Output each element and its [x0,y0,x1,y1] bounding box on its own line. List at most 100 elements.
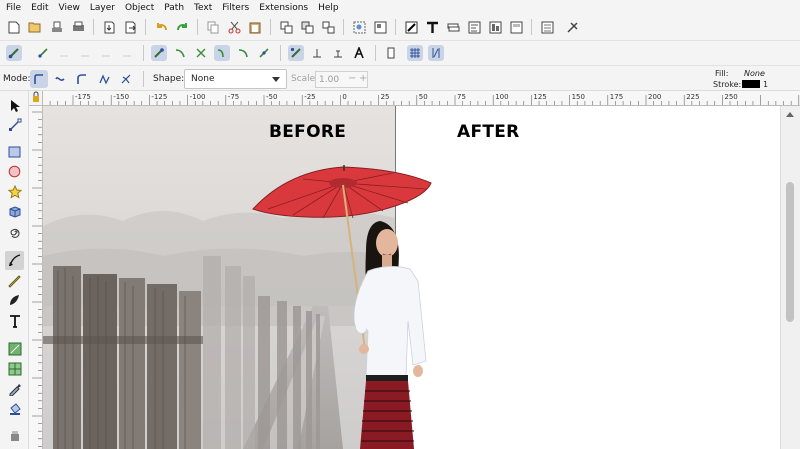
snap-text-baseline-icon[interactable] [351,45,367,61]
document-properties-icon[interactable] [564,19,580,35]
shape-dropdown[interactable]: None [184,69,287,89]
menu-edit[interactable]: Edit [31,3,48,13]
ellipse-tool-icon[interactable] [5,162,24,181]
3d-box-tool-icon[interactable] [5,202,24,221]
stroke-width-value[interactable]: 1 [763,80,768,89]
text-font-icon[interactable] [424,19,440,35]
layers-icon[interactable] [445,19,461,35]
align-distribute-icon[interactable] [487,19,503,35]
ruler-label: 225 [686,93,699,101]
snap-toggle-icon[interactable] [6,45,22,61]
menu-text[interactable]: Text [194,3,212,13]
menu-object[interactable]: Object [125,3,154,13]
fill-value[interactable]: None [744,69,765,78]
ruler-label: -75 [228,93,239,101]
menu-extensions[interactable]: Extensions [259,3,308,13]
new-document-icon[interactable] [6,19,22,35]
menu-file[interactable]: File [6,3,21,13]
snap-bbox-centers-icon[interactable] [119,45,135,61]
paste-icon[interactable] [247,19,263,35]
ruler-label: -125 [151,93,167,101]
undo-icon[interactable] [153,19,169,35]
rectangle-tool-icon[interactable] [5,142,24,161]
calligraphy-tool-icon[interactable] [5,291,24,310]
ruler-label: -175 [75,93,91,101]
snap-bbox-icon[interactable] [35,45,51,61]
snap-rotation-center-icon[interactable] [330,45,346,61]
before-label: BEFORE [269,122,347,142]
pencil-tool-icon[interactable] [5,271,24,290]
snap-bbox-edges-icon[interactable] [56,45,72,61]
menu-layer[interactable]: Layer [90,3,115,13]
zoom-selection-icon[interactable] [351,19,367,35]
preferences-icon[interactable] [539,19,555,35]
symbols-icon[interactable] [508,19,524,35]
commands-bar [0,15,800,41]
open-folder-icon[interactable] [27,19,43,35]
vertical-scrollbar[interactable] [780,106,800,449]
import-icon[interactable] [101,19,117,35]
bspline-mode-icon[interactable] [74,71,90,87]
scrollbar-thumb[interactable] [786,182,794,322]
save-icon[interactable] [49,19,65,35]
snap-line-midpoints-icon[interactable] [256,45,272,61]
menu-filters[interactable]: Filters [222,3,249,13]
vertical-ruler[interactable] [29,106,43,449]
copy-icon[interactable] [205,19,221,35]
ruler-label: 250 [724,93,737,101]
plus-icon[interactable]: + [359,73,367,84]
menu-path[interactable]: Path [164,3,184,13]
polyline-mode-icon[interactable] [96,71,112,87]
export-icon[interactable] [122,19,138,35]
stroke-color-swatch[interactable] [742,80,760,88]
snap-grids-icon[interactable] [407,45,423,61]
unlink-clone-icon[interactable] [320,19,336,35]
ruler-label: 100 [495,93,508,101]
snap-nodes-icon[interactable] [151,45,167,61]
snap-path-intersections-icon[interactable] [193,45,209,61]
scale-value: 1.00 [319,75,340,85]
clone-icon[interactable] [299,19,315,35]
paint-bucket-tool-icon[interactable] [5,399,24,418]
group-icon[interactable] [372,19,388,35]
cut-icon[interactable] [226,19,242,35]
chevron-down-icon [272,77,280,82]
snap-object-center-icon[interactable] [309,45,325,61]
fill-stroke-icon[interactable] [403,19,419,35]
snap-smooth-nodes-icon[interactable] [235,45,251,61]
menu-help[interactable]: Help [318,3,339,13]
minus-icon[interactable]: − [348,73,356,84]
bezier-mode-icon[interactable] [30,70,48,88]
drawing-canvas[interactable]: BEFORE AFTER [43,106,780,449]
node-tool-icon[interactable] [5,115,24,134]
spiral-tool-icon[interactable] [5,222,24,241]
star-tool-icon[interactable] [5,182,24,201]
selector-tool-icon[interactable] [5,96,24,115]
text-tool-icon[interactable] [5,311,24,330]
toolbar-separator [531,19,532,35]
spray-tool-icon[interactable] [5,425,24,444]
xml-editor-icon[interactable] [466,19,482,35]
snap-bbox-midpoints-icon[interactable] [98,45,114,61]
menu-view[interactable]: View [59,3,80,13]
redo-icon[interactable] [174,19,190,35]
toolbar-separator [197,19,198,35]
horizontal-ruler[interactable]: -175 -150 -125 -100 -75 -50 -25 0 25 50 75 100 125 15… [43,91,800,106]
duplicate-icon[interactable] [278,19,294,35]
pen-icon[interactable] [5,251,24,270]
print-icon[interactable] [70,19,86,35]
paraxial-mode-icon[interactable] [118,71,134,87]
scale-input[interactable]: 1.00 − + [315,71,368,88]
snap-guides-icon[interactable] [428,45,444,61]
snap-others-icon[interactable] [288,45,304,61]
woman-with-umbrella-figure[interactable] [248,161,448,449]
mesh-tool-icon[interactable] [5,359,24,378]
scroll-up-icon[interactable] [786,112,794,117]
snap-cusp-nodes-icon[interactable] [214,45,230,61]
spiro-mode-icon[interactable] [52,71,68,87]
dropper-tool-icon[interactable] [5,379,24,398]
snap-page-border-icon[interactable] [383,45,399,61]
gradient-tool-icon[interactable] [5,339,24,358]
snap-paths-icon[interactable] [172,45,188,61]
snap-bbox-corners-icon[interactable] [77,45,93,61]
